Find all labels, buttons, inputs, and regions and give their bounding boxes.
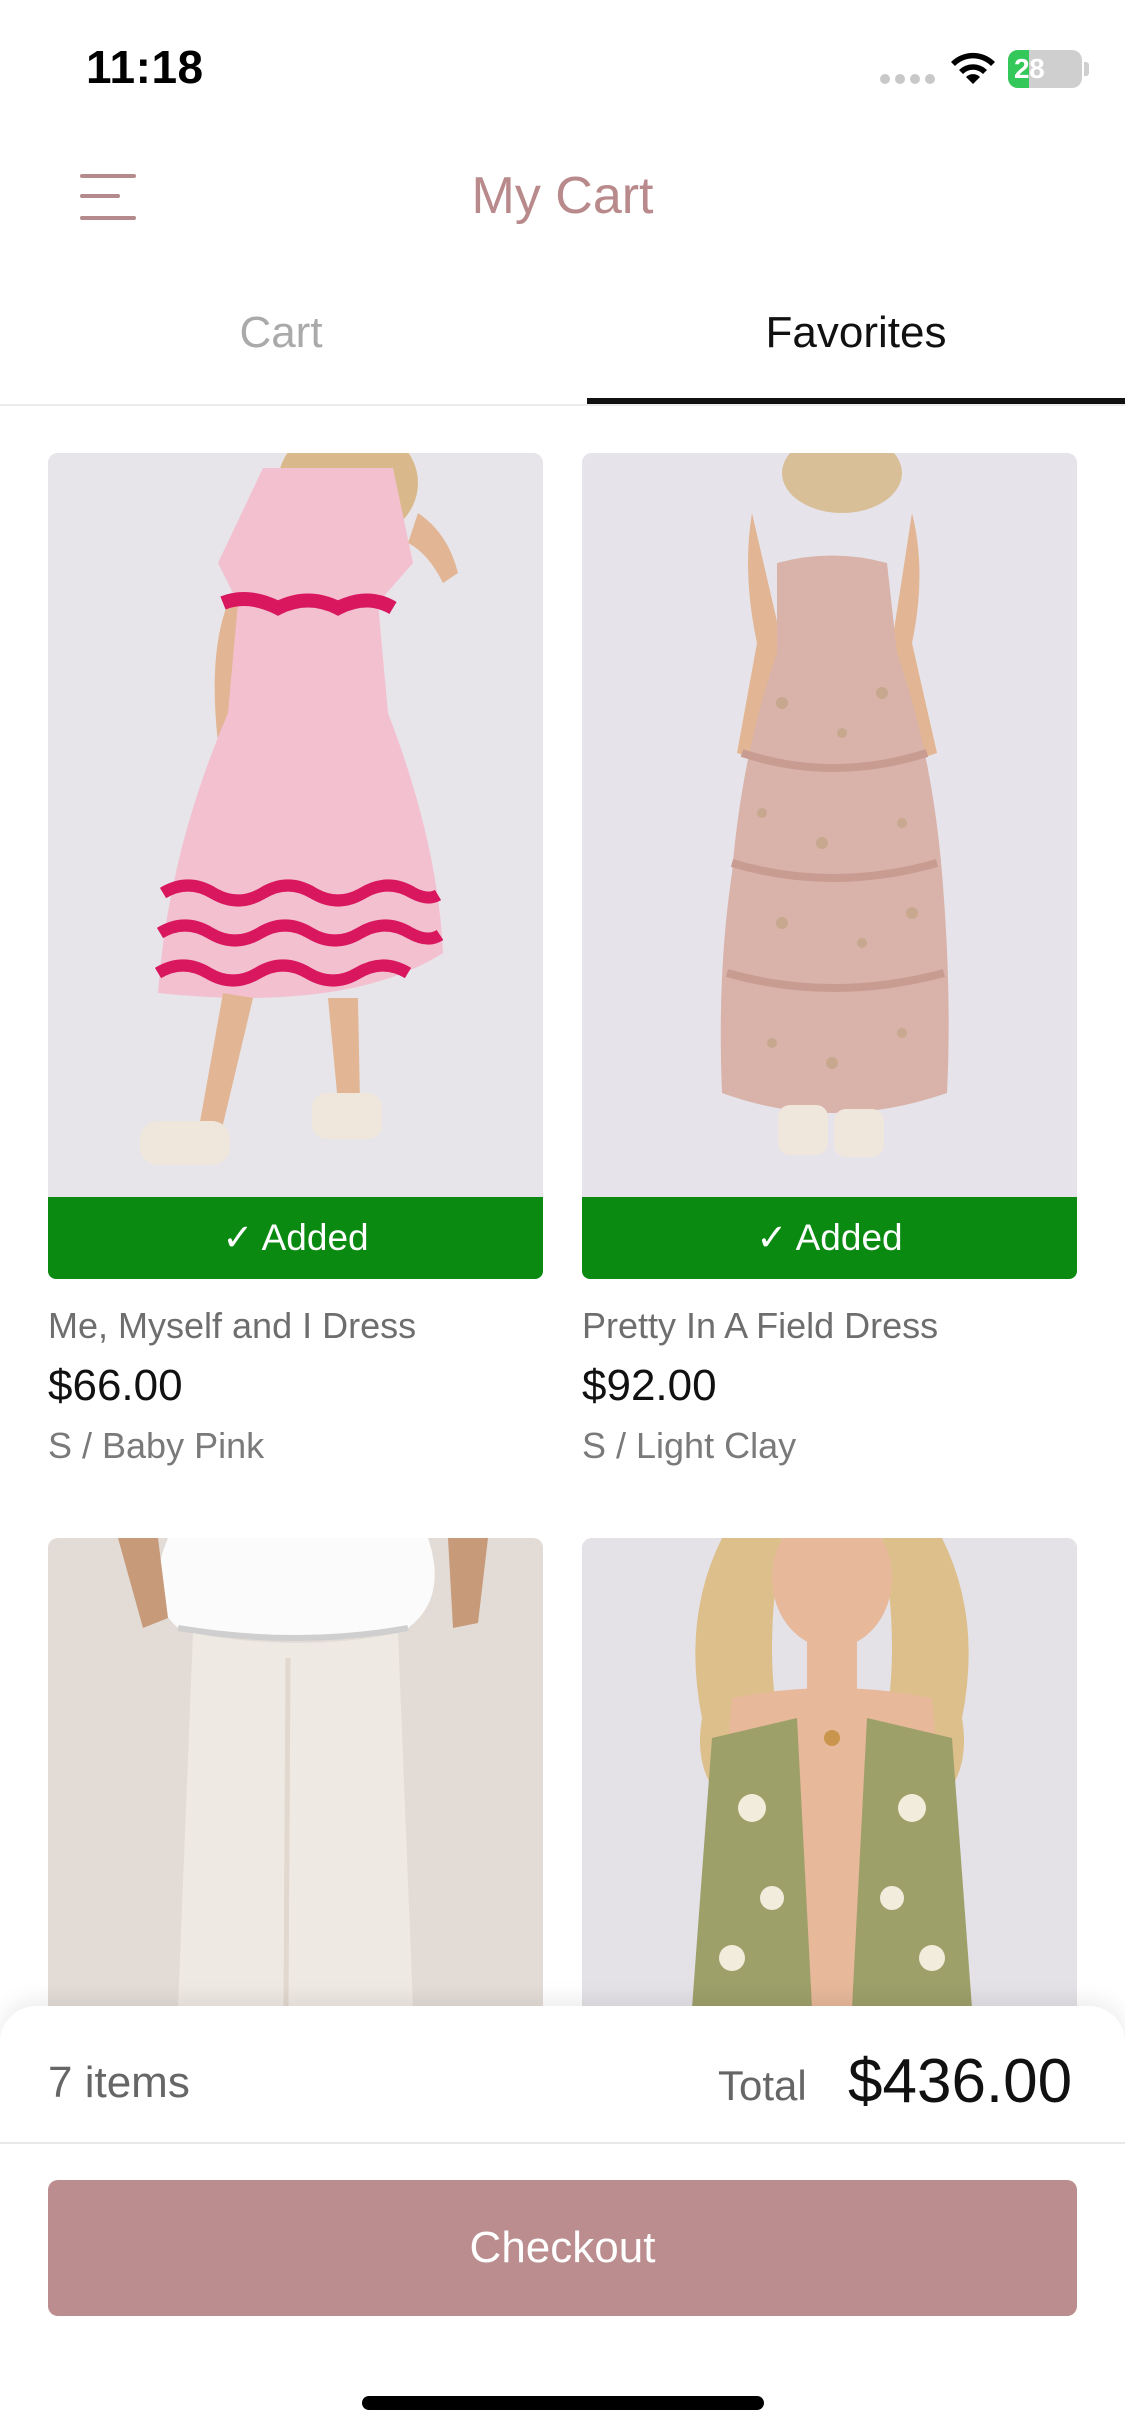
- product-name[interactable]: Me, Myself and I Dress: [48, 1305, 416, 1347]
- tab-favorites[interactable]: Favorites: [587, 308, 1125, 358]
- product-price: $66.00: [48, 1361, 183, 1410]
- checkout-button[interactable]: Checkout: [48, 2180, 1077, 2316]
- product-image[interactable]: [48, 453, 543, 1197]
- product-card[interactable]: [48, 1538, 543, 2008]
- status-bar: 11:18 28: [0, 0, 1125, 140]
- total-label: Total: [718, 2062, 807, 2109]
- tab-bar: Cart Favorites: [0, 290, 1125, 406]
- tab-cart[interactable]: Cart: [0, 308, 562, 358]
- product-image[interactable]: [582, 453, 1077, 1197]
- wifi-icon: [951, 52, 995, 84]
- product-variant: S / Light Clay: [582, 1425, 797, 1466]
- active-tab-indicator: [587, 398, 1125, 404]
- page-title: My Cart: [471, 167, 654, 225]
- total-value: $436.00: [848, 2047, 1073, 2116]
- product-card[interactable]: [582, 1538, 1077, 2008]
- product-variant: S / Baby Pink: [48, 1425, 265, 1466]
- product-image[interactable]: [582, 1538, 1077, 2008]
- checkout-sheet: 7 items Total $436.00 Checkout: [0, 2006, 1125, 2436]
- battery-icon: 28: [1008, 50, 1082, 88]
- added-badge[interactable]: ✓ Added: [582, 1197, 1077, 1279]
- product-name[interactable]: Pretty In A Field Dress: [582, 1305, 938, 1347]
- battery-level: 28: [1014, 53, 1045, 84]
- product-image[interactable]: [48, 1538, 543, 2008]
- product-card[interactable]: ✓ Added Pretty In A Field Dress $92.00 S…: [582, 453, 1077, 1473]
- status-time: 11:18: [86, 41, 204, 93]
- signal-icon: [880, 74, 936, 86]
- home-indicator[interactable]: [362, 2396, 764, 2410]
- added-badge[interactable]: ✓ Added: [48, 1197, 543, 1279]
- battery-cap: [1084, 62, 1089, 76]
- items-count: 7 items: [48, 2058, 190, 2107]
- product-card[interactable]: ✓ Added Me, Myself and I Dress $66.00 S …: [48, 453, 543, 1473]
- divider: [0, 2142, 1125, 2144]
- product-price: $92.00: [582, 1361, 717, 1410]
